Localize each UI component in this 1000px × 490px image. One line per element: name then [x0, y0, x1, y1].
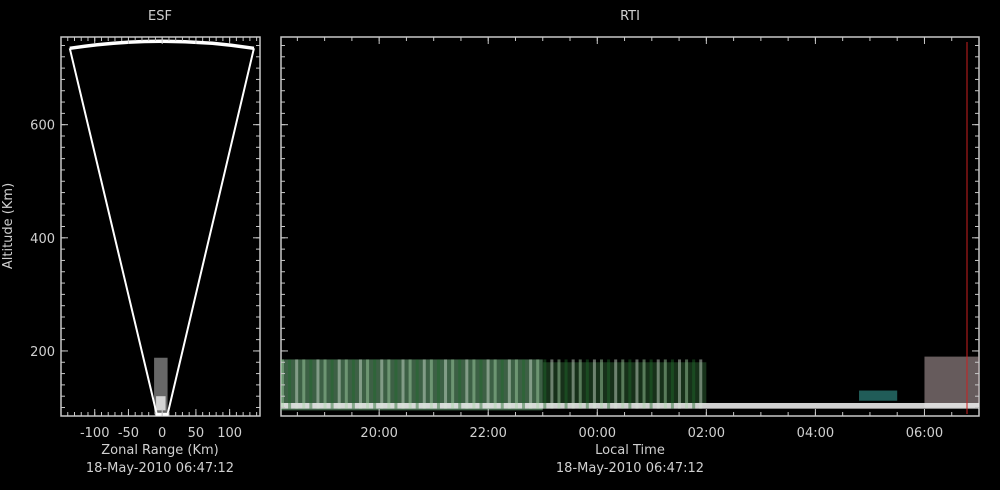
esf-x-axis-label: Zonal Range (Km): [101, 443, 218, 458]
rti-x-tick-label: 04:00: [797, 426, 834, 441]
rti-echo-streak: [309, 359, 313, 409]
rti-echo-streak: [493, 359, 497, 409]
rti-echo-streak: [529, 359, 533, 409]
rti-echo-streak: [316, 359, 320, 409]
esf-y-tick-label: 200: [30, 345, 55, 360]
esf-x-tick-label: -100: [80, 426, 110, 441]
esf-echo-region: [154, 357, 168, 415]
rti-echo-streak: [458, 359, 462, 409]
rti-echo-streak: [592, 359, 596, 409]
rti-x-tick-label: 20:00: [360, 426, 397, 441]
rti-panel: RTI 20:00 22:00 00:00 02:00 04:00 06:00 Local…: [280, 9, 980, 476]
rti-echo-streak: [500, 359, 504, 409]
rti-x-tick-label: 02:00: [688, 426, 725, 441]
rti-echo-streak: [344, 359, 348, 409]
rti-echo-streak: [436, 359, 440, 409]
rti-echo-streak: [337, 359, 341, 409]
rti-echo-streak: [536, 359, 540, 409]
rti-echo-streak: [621, 359, 625, 409]
rti-echo-streak: [351, 359, 355, 409]
rti-x-tick-label: 00:00: [579, 426, 616, 441]
rti-echo-streak: [607, 359, 611, 409]
rti-echo-streak: [685, 359, 689, 409]
rti-echo-streak: [699, 359, 703, 409]
rti-echo-streak: [628, 359, 632, 409]
rti-x-axis-label: Local Time: [595, 443, 665, 458]
rti-echo-layer: [859, 390, 898, 401]
rti-echo-streak: [571, 359, 575, 409]
rti-echo-streak: [472, 359, 476, 409]
rti-echo-layer: [924, 356, 979, 408]
rti-echo-streak: [281, 359, 284, 409]
rti-echo-streak: [578, 359, 582, 409]
esf-footer-timestamp: 18-May-2010 06:47:12: [86, 461, 234, 476]
esf-x-tick-label: 0: [158, 426, 166, 441]
rti-echo-streak: [288, 359, 292, 409]
rti-echo-streak: [358, 359, 362, 409]
rti-echo-streak: [649, 359, 653, 409]
rti-echo-streak: [670, 359, 674, 409]
rti-echo-streak: [522, 359, 526, 409]
rti-echo-streak: [373, 359, 377, 409]
rti-echo-streak: [663, 359, 667, 409]
esf-title: ESF: [148, 9, 172, 24]
rti-echo-streak: [380, 359, 384, 409]
rti-echo-streak: [444, 359, 448, 409]
rti-echo-streak: [302, 359, 306, 409]
esf-echo-core: [156, 396, 166, 411]
rti-echo-streak: [507, 359, 511, 409]
rti-echo-streak: [486, 359, 490, 409]
rti-title: RTI: [620, 9, 640, 24]
rti-echo-streak: [656, 359, 660, 409]
esf-panel: ESF -100 -50 0 50 100 200 400 600 Zonal Range …: [1, 9, 261, 476]
esf-rti-figure: ESF -100 -50 0 50 100 200 400 600 Zonal Range …: [1, 9, 980, 476]
rti-echo-streak: [557, 359, 561, 409]
rti-echo-streak: [366, 359, 370, 409]
rti-echo-streak: [614, 359, 618, 409]
esf-x-tick-label: 50: [188, 426, 205, 441]
rti-echo-streak: [295, 359, 299, 409]
rti-echo-streak: [635, 359, 639, 409]
esf-x-tick-label: -50: [118, 426, 139, 441]
rti-echo-streak: [564, 359, 568, 409]
rti-footer-timestamp: 18-May-2010 06:47:12: [556, 461, 704, 476]
rti-echo-streak: [550, 359, 554, 409]
esf-y-axis-label: Altitude (Km): [1, 183, 16, 269]
rti-echo-streak: [451, 359, 455, 409]
rti-echo-streak: [479, 359, 483, 409]
rti-echo-streak: [514, 359, 518, 409]
esf-y-tick-label: 400: [30, 232, 55, 247]
rti-x-tick-label: 22:00: [469, 426, 506, 441]
rti-plot-frame: [280, 36, 980, 417]
rti-echo-streak: [677, 359, 681, 409]
rti-echo-streak: [422, 359, 426, 409]
rti-echo-streak: [387, 359, 391, 409]
rti-echo-streak: [415, 359, 419, 409]
rti-echo-streak: [429, 359, 433, 409]
rti-echo-streak: [642, 359, 646, 409]
rti-echo-streak: [394, 359, 398, 409]
rti-echo-streak: [408, 359, 412, 409]
rti-echo-streak: [692, 359, 696, 409]
rti-echo-streak: [600, 359, 604, 409]
rti-echo-streak: [323, 359, 327, 409]
rti-echo-streak: [543, 359, 547, 409]
rti-x-tick-label: 06:00: [906, 426, 943, 441]
rti-echo-streak: [585, 359, 589, 409]
esf-y-tick-label: 600: [30, 119, 55, 134]
esf-x-tick-label: 100: [217, 426, 242, 441]
rti-echo-streak: [401, 359, 405, 409]
rti-echo-streak: [465, 359, 469, 409]
rti-echo-streak: [330, 359, 334, 409]
